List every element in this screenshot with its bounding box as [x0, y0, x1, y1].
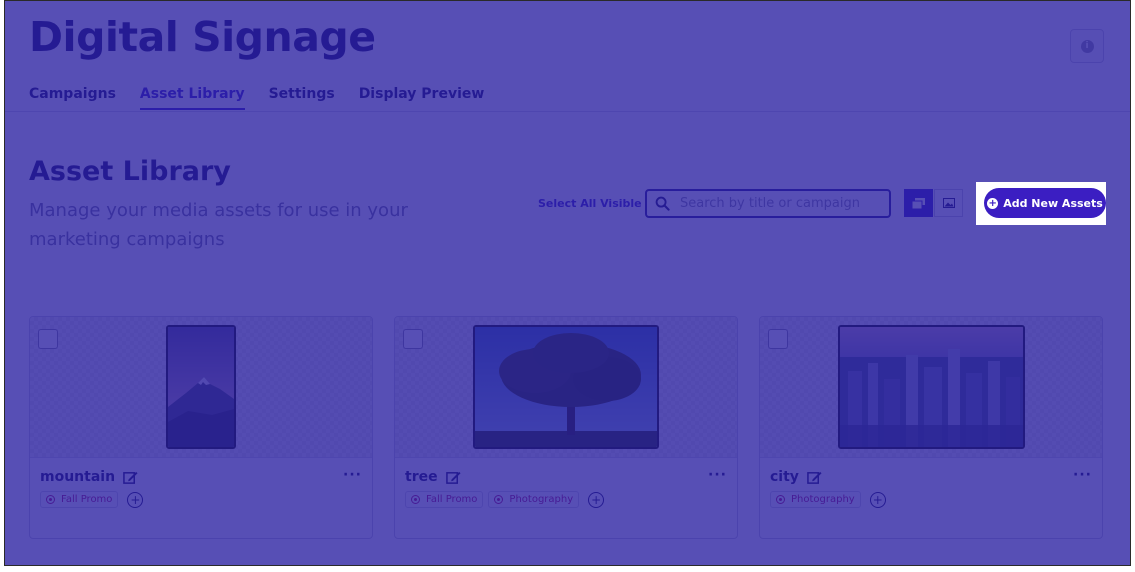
- asset-card-mountain[interactable]: mountain ··· Fall Promo +: [29, 316, 373, 539]
- add-tag-button[interactable]: +: [127, 491, 144, 508]
- grid-view-icon: [912, 197, 925, 209]
- tag-label: Fall Promo: [61, 494, 113, 505]
- asset-checkbox[interactable]: [403, 329, 423, 349]
- search-box[interactable]: [645, 189, 891, 218]
- mountain-image: [168, 327, 234, 447]
- asset-thumbnail[interactable]: [473, 325, 659, 449]
- asset-tags: Photography +: [770, 491, 886, 508]
- select-all-visible-link[interactable]: Select All Visible: [538, 197, 642, 210]
- tab-display-preview[interactable]: Display Preview: [359, 86, 485, 110]
- asset-thumbnail[interactable]: [166, 325, 236, 449]
- asset-card-tree[interactable]: tree ··· Fall Promo Photography +: [394, 316, 738, 539]
- asset-thumbnail[interactable]: [838, 325, 1025, 449]
- asset-checkbox[interactable]: [38, 329, 58, 349]
- asset-name: city: [770, 469, 799, 485]
- asset-preview: [30, 317, 372, 458]
- tab-settings[interactable]: Settings: [269, 86, 335, 110]
- edit-icon[interactable]: [123, 470, 138, 485]
- search-icon: [655, 196, 670, 211]
- search-input[interactable]: [680, 196, 870, 211]
- city-image: [840, 327, 1023, 447]
- tree-image: [475, 327, 657, 447]
- target-icon: [776, 495, 785, 504]
- more-icon[interactable]: ···: [1073, 467, 1092, 483]
- tab-asset-library[interactable]: Asset Library: [139, 86, 245, 110]
- asset-preview: [760, 317, 1102, 458]
- more-icon[interactable]: ···: [343, 467, 362, 483]
- tag-label: Photography: [509, 494, 574, 505]
- asset-title: city: [770, 469, 822, 485]
- asset-preview: [395, 317, 737, 458]
- edit-icon[interactable]: [445, 470, 461, 485]
- info-button[interactable]: i: [1070, 29, 1104, 63]
- tab-bar: Campaigns Asset Library Settings Display…: [29, 86, 508, 110]
- target-icon: [46, 495, 55, 504]
- app-window: Digital Signage i Campaigns Asset Librar…: [4, 0, 1131, 566]
- add-tag-button[interactable]: +: [588, 491, 605, 508]
- campaign-tag[interactable]: Photography: [770, 491, 861, 508]
- campaign-tag[interactable]: Fall Promo: [40, 491, 119, 508]
- asset-name: tree: [405, 469, 438, 485]
- tag-label: Fall Promo: [426, 494, 478, 505]
- asset-tags: Fall Promo +: [40, 491, 144, 508]
- app-title: Digital Signage: [29, 13, 376, 61]
- asset-tags: Fall Promo Photography +: [405, 491, 605, 508]
- tour-highlight: [980, 182, 1110, 225]
- digital-signage-app: Digital Signage i Campaigns Asset Librar…: [5, 1, 1130, 565]
- tab-campaigns[interactable]: Campaigns: [29, 86, 116, 110]
- grid-view-button[interactable]: [904, 189, 933, 217]
- tag-label: Photography: [791, 494, 855, 505]
- campaign-tag[interactable]: Photography: [488, 491, 580, 508]
- target-icon: [494, 495, 504, 504]
- asset-title: mountain: [40, 469, 138, 485]
- view-toggle: [904, 189, 963, 217]
- asset-checkbox[interactable]: [768, 329, 788, 349]
- image-view-button[interactable]: [934, 189, 963, 217]
- target-icon: [411, 495, 420, 504]
- edit-icon[interactable]: [807, 470, 822, 485]
- tab-divider: [5, 111, 1130, 112]
- image-view-icon: [942, 198, 955, 208]
- asset-name: mountain: [40, 469, 116, 485]
- more-icon[interactable]: ···: [708, 467, 727, 483]
- campaign-tag[interactable]: Fall Promo: [405, 491, 484, 508]
- asset-title: tree: [405, 469, 461, 485]
- asset-card-city[interactable]: city ··· Photography +: [759, 316, 1103, 539]
- add-tag-button[interactable]: +: [869, 491, 886, 508]
- section-title: Asset Library: [29, 156, 231, 187]
- info-icon: i: [1080, 39, 1094, 53]
- section-description: Manage your media assets for use in your…: [29, 200, 408, 250]
